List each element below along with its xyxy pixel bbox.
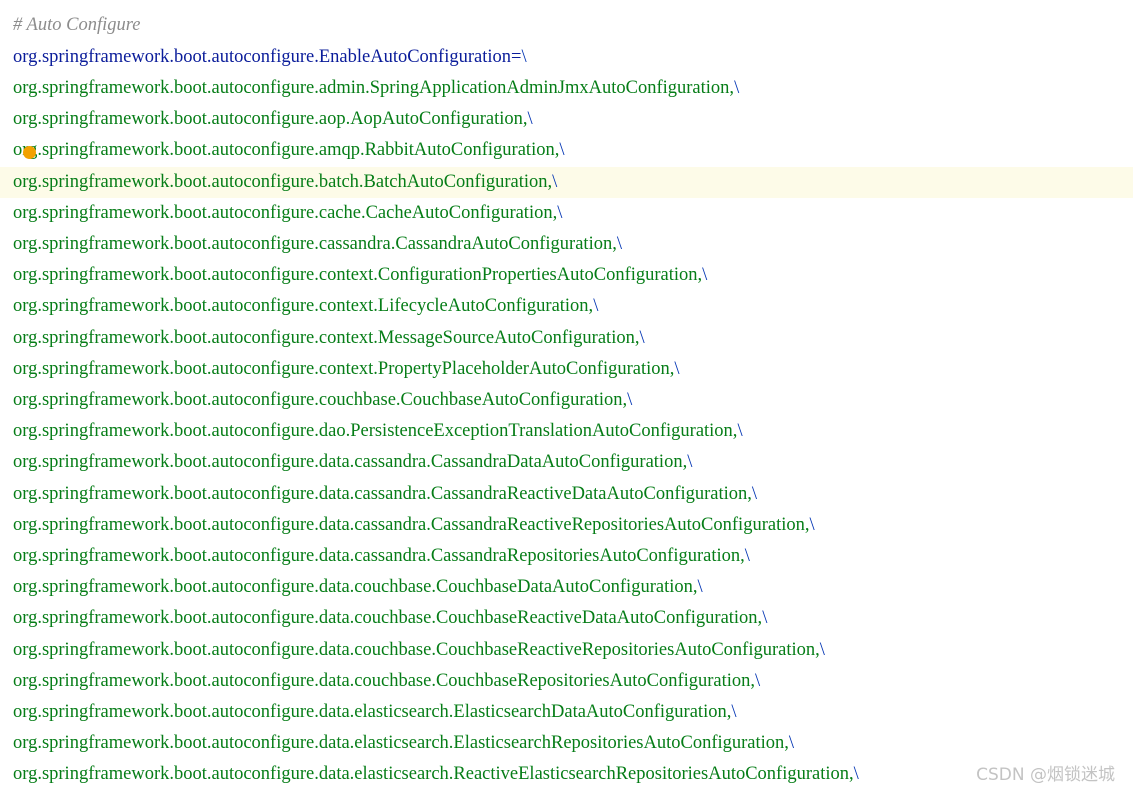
line-continuation: \ — [744, 546, 750, 566]
property-value-line: org.springframework.boot.autoconfigure.d… — [0, 510, 1133, 541]
property-value: org.springframework.boot.autoconfigure.c… — [13, 202, 558, 223]
property-value-line: org.springframework.boot.autoconfigure.c… — [0, 385, 1133, 416]
property-value-line: org.springframework.boot.autoconfigure.c… — [0, 323, 1133, 354]
property-value: org.springframework.boot.autoconfigure.c… — [13, 327, 640, 348]
line-continuation: \ — [751, 483, 758, 504]
property-value: org.springframework.boot.autoconfigure.d… — [13, 670, 756, 691]
line-continuation: \ — [702, 265, 708, 286]
property-value: org.springframework.boot.autoconfigure.d… — [13, 421, 738, 442]
property-value: org.springframework.boot.autoconfigure.a… — [13, 140, 560, 161]
line-continuation: \ — [616, 234, 622, 254]
property-value: org.springframework.boot.autoconfigure.c… — [13, 358, 675, 379]
line-continuation: \ — [734, 78, 740, 98]
property-value-line: org.springframework.boot.autoconfigure.a… — [0, 135, 1133, 166]
line-continuation: \ — [788, 733, 795, 754]
property-value-line: org.springframework.boot.autoconfigure.d… — [0, 479, 1133, 510]
line-continuation: \ — [557, 202, 563, 223]
property-value-line: org.springframework.boot.autoconfigure.c… — [0, 291, 1133, 322]
property-value-line: org.springframework.boot.autoconfigure.d… — [0, 572, 1133, 603]
property-value-line: org.springframework.boot.autoconfigure.d… — [0, 759, 1133, 790]
line-continuation: \ — [559, 140, 565, 161]
line-continuation: \ — [809, 514, 815, 535]
property-value: org.springframework.boot.autoconfigure.d… — [13, 514, 810, 535]
property-value: org.springframework.boot.autoconfigure.d… — [13, 764, 854, 785]
line-continuation: \ — [639, 327, 645, 348]
property-value-line: org.springframework.boot.autoconfigure.b… — [0, 166, 1133, 198]
property-value-line: org.springframework.boot.autoconfigure.c… — [0, 260, 1133, 291]
property-value-line: org.springframework.boot.autoconfigure.d… — [0, 447, 1133, 478]
property-value: org.springframework.boot.autoconfigure.c… — [13, 390, 628, 410]
property-value-line: org.springframework.boot.autoconfigure.c… — [0, 229, 1133, 260]
line-continuation: \ — [593, 296, 599, 317]
comment-line: # Auto Configure — [13, 15, 141, 35]
property-value-line: org.springframework.boot.autoconfigure.d… — [0, 697, 1133, 728]
line-continuation: \ — [697, 577, 703, 598]
line-continuation: \ — [527, 109, 533, 130]
property-value: org.springframework.boot.autoconfigure.c… — [13, 296, 594, 317]
property-value-line: org.springframework.boot.autoconfigure.d… — [0, 603, 1133, 634]
line-continuation: \ — [731, 702, 737, 722]
property-value-line: org.springframework.boot.autoconfigure.d… — [0, 416, 1133, 447]
property-value-line: org.springframework.boot.autoconfigure.d… — [0, 541, 1133, 572]
property-value-line: org.springframework.boot.autoconfigure.c… — [0, 198, 1133, 229]
line-continuation: \ — [521, 47, 527, 67]
property-value: org.springframework.boot.autoconfigure.a… — [13, 109, 528, 130]
code-editor[interactable]: # Auto Configure org.springframework.boo… — [0, 0, 1133, 791]
property-value: org.springframework.boot.autoconfigure.d… — [13, 483, 752, 504]
line-continuation: \ — [755, 670, 761, 691]
property-value-line: org.springframework.boot.autoconfigure.d… — [0, 728, 1133, 759]
property-value: org.springframework.boot.autoconfigure.c… — [13, 265, 703, 286]
line-continuation: \ — [853, 764, 859, 785]
line-continuation: \ — [762, 608, 768, 629]
property-value: org.springframework.boot.autoconfigure.d… — [13, 546, 745, 566]
property-value: org.springframework.boot.autoconfigure.b… — [13, 171, 553, 192]
property-key: org.springframework.boot.autoconfigure.E… — [13, 47, 522, 67]
property-value: org.springframework.boot.autoconfigure.d… — [13, 702, 732, 722]
property-value-line: org.springframework.boot.autoconfigure.a… — [0, 73, 1133, 104]
property-value: org.springframework.boot.autoconfigure.a… — [13, 78, 735, 98]
property-value-line: org.springframework.boot.autoconfigure.c… — [0, 354, 1133, 385]
property-value: org.springframework.boot.autoconfigure.d… — [13, 452, 688, 473]
line-continuation: \ — [687, 452, 693, 473]
line-continuation: \ — [627, 390, 633, 410]
line-continuation: \ — [674, 358, 680, 379]
lightbulb-icon[interactable] — [23, 146, 36, 159]
line-continuation: \ — [819, 639, 825, 660]
line-continuation: \ — [552, 171, 558, 192]
watermark: CSDN @烟锁迷城 — [974, 760, 1117, 785]
property-value-line: org.springframework.boot.autoconfigure.d… — [0, 666, 1133, 697]
property-value: org.springframework.boot.autoconfigure.d… — [13, 733, 789, 754]
property-key-line: org.springframework.boot.autoconfigure.E… — [0, 42, 1133, 73]
line-continuation: \ — [737, 421, 743, 442]
property-value: org.springframework.boot.autoconfigure.d… — [13, 639, 820, 660]
property-value-line: org.springframework.boot.autoconfigure.d… — [0, 635, 1133, 666]
property-value: org.springframework.boot.autoconfigure.c… — [13, 234, 617, 254]
property-value: org.springframework.boot.autoconfigure.d… — [13, 608, 763, 629]
property-value: org.springframework.boot.autoconfigure.d… — [13, 577, 698, 598]
property-value-line: org.springframework.boot.autoconfigure.a… — [0, 104, 1133, 135]
